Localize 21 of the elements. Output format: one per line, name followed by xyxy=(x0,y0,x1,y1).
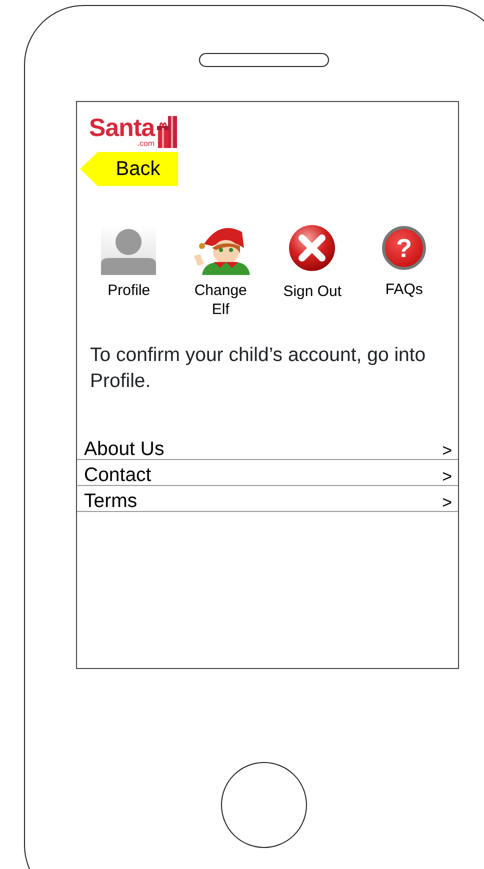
help-icon: ? xyxy=(382,226,426,270)
info-message: To confirm your child’s account, go into Profile. xyxy=(90,342,427,394)
menu-item[interactable]: About Us > xyxy=(77,436,458,460)
back-button[interactable]: Back xyxy=(80,152,178,186)
menu-label: About Us xyxy=(84,440,164,460)
shortcut-label[interactable]: Change Elf xyxy=(190,282,251,320)
close-icon xyxy=(288,224,336,272)
home-button[interactable] xyxy=(221,762,307,848)
chevron: > xyxy=(442,494,452,512)
chevron: > xyxy=(442,442,452,460)
menu-item[interactable]: Contact > xyxy=(77,460,458,486)
menu-label: Terms xyxy=(84,492,138,512)
shortcut-label[interactable]: Sign Out xyxy=(282,283,342,302)
chevron: > xyxy=(442,468,452,486)
gift-icon xyxy=(156,114,178,148)
menu-item[interactable]: Terms > xyxy=(77,486,458,512)
menu-label: Contact xyxy=(84,466,152,486)
logo-text: Santa xyxy=(89,116,155,141)
shortcut-label[interactable]: FAQs xyxy=(374,281,434,300)
shortcut-label[interactable]: Profile xyxy=(98,282,159,301)
logo-suffix: .com xyxy=(136,140,155,148)
